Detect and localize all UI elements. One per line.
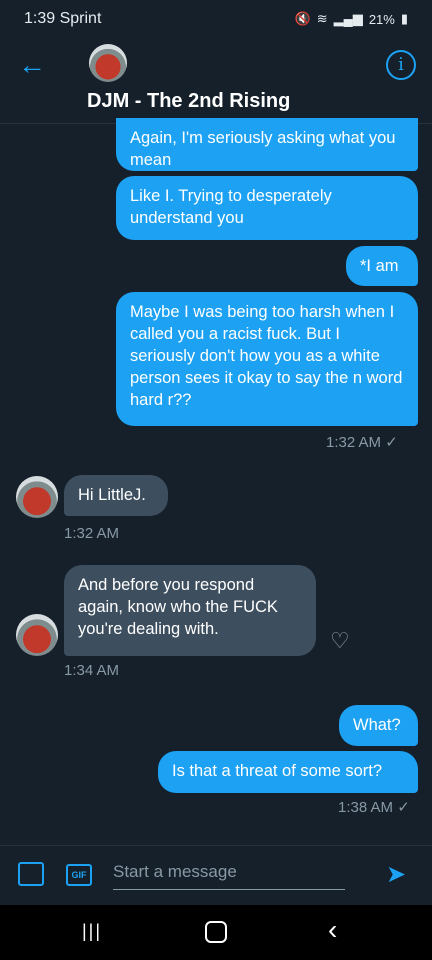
page-title: DJM - The 2nd Rising <box>87 90 291 112</box>
message-timestamp: 1:32 AM <box>64 525 120 542</box>
message-input[interactable]: Start a message <box>113 856 345 890</box>
signal-icon: ▂▄▆ <box>333 11 363 26</box>
message-timestamp: 1:32 AM ✓ <box>326 434 398 451</box>
recents-icon[interactable]: ||| <box>82 921 106 941</box>
message-text: And before you respond again, know who t… <box>78 576 278 638</box>
wifi-icon: ≋ <box>316 11 328 26</box>
message-bubble[interactable]: Again, I'm seriously asking what you mea… <box>116 118 418 171</box>
avatar[interactable] <box>89 44 127 82</box>
arrow-left-icon[interactable]: ← <box>18 51 52 79</box>
gif-icon[interactable]: GIF <box>66 864 92 886</box>
message-timestamp: 1:38 AM ✓ <box>338 799 410 816</box>
avatar[interactable] <box>16 476 58 518</box>
message-bubble[interactable]: *I am <box>346 246 418 286</box>
message-bubble[interactable]: Maybe I was being too harsh when I calle… <box>116 292 418 426</box>
message-timestamp: 1:34 AM <box>64 662 120 679</box>
message-text: Is that a threat of some sort? <box>172 762 383 780</box>
message-bubble[interactable]: Hi LittleJ. <box>64 475 168 516</box>
message-text: Again, I'm seriously asking what you mea… <box>130 129 396 169</box>
battery-percent: 21% <box>368 11 395 27</box>
home-icon[interactable] <box>205 921 227 943</box>
heart-add-icon[interactable]: ♡ <box>330 630 354 652</box>
back-icon[interactable]: ‹ <box>328 916 348 944</box>
message-bubble[interactable]: What? <box>339 705 418 746</box>
message-text: Maybe I was being too harsh when I calle… <box>130 303 403 409</box>
status-icons: 🔇 ≋ ▂▄▆ 21% ▮ <box>295 11 409 27</box>
image-icon[interactable] <box>18 862 44 886</box>
message-text: Hi LittleJ. <box>78 486 146 504</box>
message-text: Like I. Trying to desperately understand… <box>130 187 332 227</box>
send-icon[interactable]: ➤ <box>386 862 412 888</box>
battery-icon: ▮ <box>400 11 408 26</box>
status-bar: 1:39 Sprint 🔇 ≋ ▂▄▆ 21% ▮ <box>0 0 432 38</box>
info-icon[interactable]: i <box>386 50 416 80</box>
message-text: *I am <box>360 257 399 275</box>
mute-icon: 🔇 <box>294 11 311 26</box>
avatar[interactable] <box>16 614 58 656</box>
message-bubble[interactable]: Like I. Trying to desperately understand… <box>116 176 418 240</box>
message-text: What? <box>353 716 401 734</box>
conversation-header: ← DJM - The 2nd Rising i <box>0 38 432 124</box>
status-time-carrier: 1:39 Sprint <box>24 10 102 27</box>
message-composer: GIF Start a message ➤ <box>0 845 432 905</box>
message-bubble[interactable]: Is that a threat of some sort? <box>158 751 418 793</box>
message-bubble[interactable]: And before you respond again, know who t… <box>64 565 316 656</box>
system-nav-bar: ||| ‹ <box>0 905 432 960</box>
